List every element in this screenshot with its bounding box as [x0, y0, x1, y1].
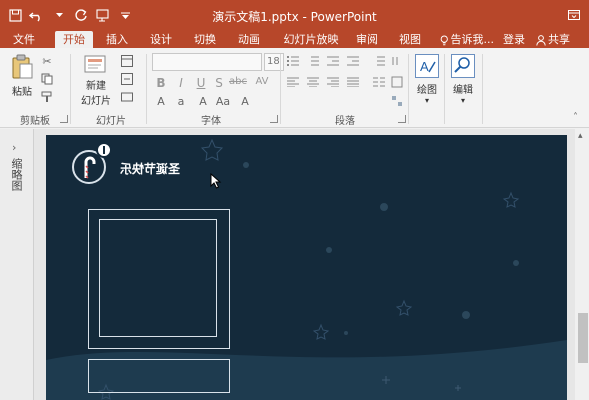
- layout-icon[interactable]: [120, 54, 134, 68]
- tab-insert[interactable]: 插入: [102, 32, 132, 48]
- align-text-icon[interactable]: [390, 75, 404, 89]
- font-launcher-icon[interactable]: [270, 115, 278, 123]
- clipboard-group-label: 剪贴板: [20, 116, 50, 127]
- paste-icon: [12, 54, 33, 79]
- title-bar: 演示文稿1.pptx - PowerPoint: [0, 0, 589, 30]
- caption-frame[interactable]: [88, 359, 230, 393]
- group-divider: [146, 54, 147, 124]
- bullets-icon[interactable]: [286, 54, 300, 68]
- editing-dropdown-icon: ▾: [460, 96, 465, 105]
- tab-design[interactable]: 设计: [146, 32, 176, 48]
- numbering-icon[interactable]: [306, 54, 320, 68]
- ribbon: 粘贴 ✂ 剪贴板 新建 幻灯片 幻灯片 18 B I U S abc AV A …: [0, 48, 589, 128]
- group-divider: [280, 54, 281, 124]
- ribbon-display-icon[interactable]: [559, 0, 589, 30]
- tab-home[interactable]: 开始: [55, 31, 93, 48]
- window-controls: [559, 0, 589, 30]
- font-group-label: 字体: [201, 116, 221, 127]
- slide-title[interactable]: 圣诞节快乐: [120, 160, 180, 177]
- italic-button[interactable]: I: [174, 76, 188, 90]
- tab-file[interactable]: 文件: [8, 32, 40, 48]
- shrink-font-icon[interactable]: a: [174, 94, 188, 108]
- line-spacing-icon[interactable]: [372, 54, 386, 68]
- clipboard-launcher-icon[interactable]: [60, 115, 68, 123]
- tell-me-box[interactable]: 告诉我...: [440, 32, 494, 48]
- font-size-value: 18: [267, 56, 280, 67]
- font-size-input[interactable]: 18: [264, 53, 284, 71]
- align-right-icon[interactable]: [326, 75, 340, 89]
- change-case-icon[interactable]: Aa: [216, 94, 230, 108]
- ribbon-tabs: 文件 开始 插入 设计 切换 动画 幻灯片放映 审阅 视图 告诉我... 登录 …: [0, 30, 589, 48]
- copy-icon[interactable]: [40, 72, 54, 86]
- increase-indent-icon[interactable]: [346, 54, 360, 68]
- svg-text:A: A: [420, 59, 429, 74]
- group-divider: [482, 54, 483, 124]
- group-divider: [444, 54, 445, 124]
- drawing-dropdown-icon: ▾: [424, 96, 429, 105]
- login-link[interactable]: 登录: [502, 32, 526, 48]
- thumbnails-label: 缩略图: [10, 158, 23, 191]
- format-painter-icon[interactable]: [40, 90, 54, 104]
- info-badge-icon: [96, 142, 112, 158]
- drawing-button[interactable]: A 绘图 ▾: [412, 54, 442, 105]
- font-color-icon[interactable]: A: [196, 94, 210, 108]
- align-left-icon[interactable]: [286, 75, 300, 89]
- new-slide-label-line1: 新建: [86, 81, 106, 92]
- paste-button[interactable]: 粘贴: [8, 54, 36, 98]
- slides-group-label: 幻灯片: [96, 116, 126, 127]
- collapse-ribbon-icon[interactable]: ˄: [573, 112, 578, 123]
- slide-canvas[interactable]: 圣诞节快乐: [46, 135, 567, 400]
- scrollbar-thumb[interactable]: [578, 313, 588, 363]
- cursor-icon: [210, 173, 222, 189]
- share-button[interactable]: 共享: [536, 32, 580, 48]
- char-spacing-button[interactable]: AV: [252, 76, 272, 87]
- group-divider: [70, 54, 71, 124]
- columns-icon[interactable]: [372, 75, 386, 89]
- lightbulb-icon: [440, 34, 448, 45]
- new-slide-icon: [84, 55, 106, 73]
- justify-icon[interactable]: [346, 75, 360, 89]
- group-divider: [408, 54, 409, 124]
- new-slide-label-line2: 幻灯片: [81, 96, 111, 107]
- tab-animations[interactable]: 动画: [234, 32, 264, 48]
- font-name-input[interactable]: [152, 53, 262, 71]
- tab-review[interactable]: 审阅: [352, 32, 382, 48]
- window-title: 演示文稿1.pptx - PowerPoint: [212, 10, 377, 24]
- paragraph-launcher-icon[interactable]: [398, 115, 406, 123]
- shapes-icon: A: [415, 54, 439, 78]
- shadow-button[interactable]: S: [212, 76, 226, 90]
- clear-format-icon[interactable]: A: [238, 94, 252, 108]
- grow-font-icon[interactable]: A: [154, 94, 168, 108]
- text-direction-icon[interactable]: [390, 54, 404, 68]
- tell-me-text: 告诉我...: [450, 33, 495, 46]
- section-icon[interactable]: [120, 90, 134, 104]
- tab-transitions[interactable]: 切换: [190, 32, 220, 48]
- tab-view[interactable]: 视图: [395, 32, 425, 48]
- smartart-icon[interactable]: [390, 94, 404, 108]
- editing-label: 编辑: [453, 85, 473, 96]
- scroll-up-icon[interactable]: ▴: [578, 131, 583, 141]
- new-slide-button[interactable]: 新建 幻灯片: [76, 54, 116, 107]
- image-frame-inner[interactable]: [99, 219, 217, 337]
- bold-button[interactable]: B: [154, 76, 168, 90]
- strikethrough-button[interactable]: abc: [228, 76, 248, 87]
- editing-button[interactable]: 编辑 ▾: [448, 54, 478, 105]
- share-label: 共享: [548, 33, 570, 46]
- tab-slideshow[interactable]: 幻灯片放映: [280, 32, 342, 48]
- person-icon: [536, 34, 546, 46]
- underline-button[interactable]: U: [194, 76, 208, 90]
- cut-icon[interactable]: ✂: [40, 54, 54, 68]
- reset-icon[interactable]: [120, 72, 134, 86]
- decrease-indent-icon[interactable]: [326, 54, 340, 68]
- paragraph-group-label: 段落: [335, 116, 355, 127]
- drawing-label: 绘图: [417, 85, 437, 96]
- expand-thumbnails-icon[interactable]: ›: [12, 141, 16, 154]
- align-center-icon[interactable]: [306, 75, 320, 89]
- find-icon: [451, 54, 475, 78]
- paste-label: 粘贴: [12, 87, 32, 98]
